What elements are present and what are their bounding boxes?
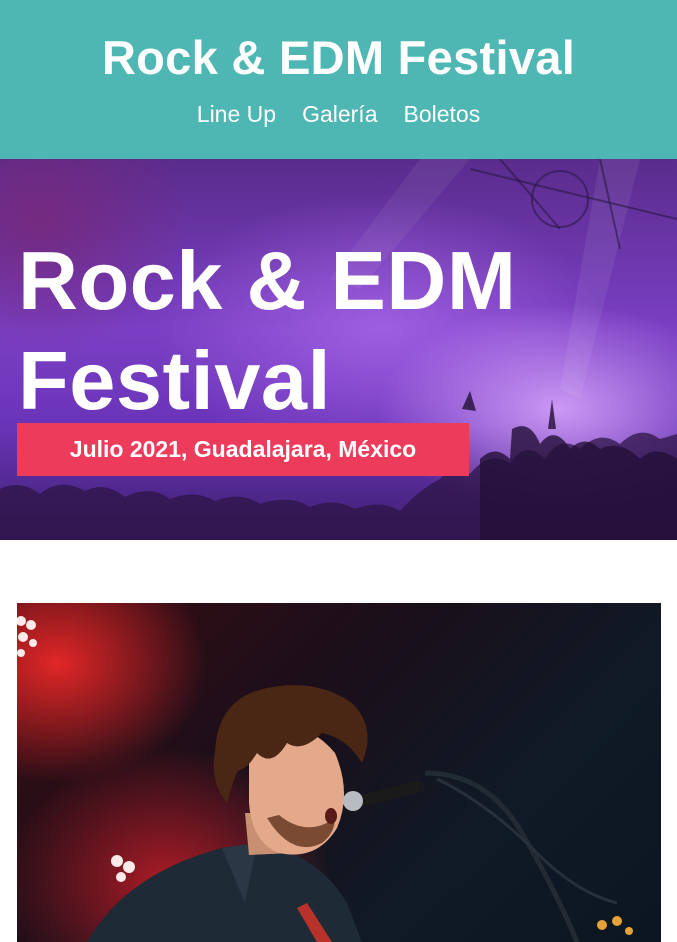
nav-link-boletos[interactable]: Boletos xyxy=(404,98,481,130)
concert-singer-photo xyxy=(17,603,661,942)
nav-link-line-up[interactable]: Line Up xyxy=(197,98,276,130)
nav-link-galeria[interactable]: Galería xyxy=(302,98,377,130)
singer-illustration xyxy=(17,616,633,942)
main-nav: Line Up Galería Boletos xyxy=(0,98,677,130)
event-date-location-badge: Julio 2021, Guadalajara, México xyxy=(17,423,469,476)
hero-title: Rock & EDM Festival xyxy=(18,234,517,427)
site-header: Rock & EDM Festival Line Up Galería Bole… xyxy=(0,0,677,159)
site-title[interactable]: Rock & EDM Festival xyxy=(0,28,677,88)
hero-banner: Rock & EDM Festival Julio 2021, Guadalaj… xyxy=(0,159,677,540)
